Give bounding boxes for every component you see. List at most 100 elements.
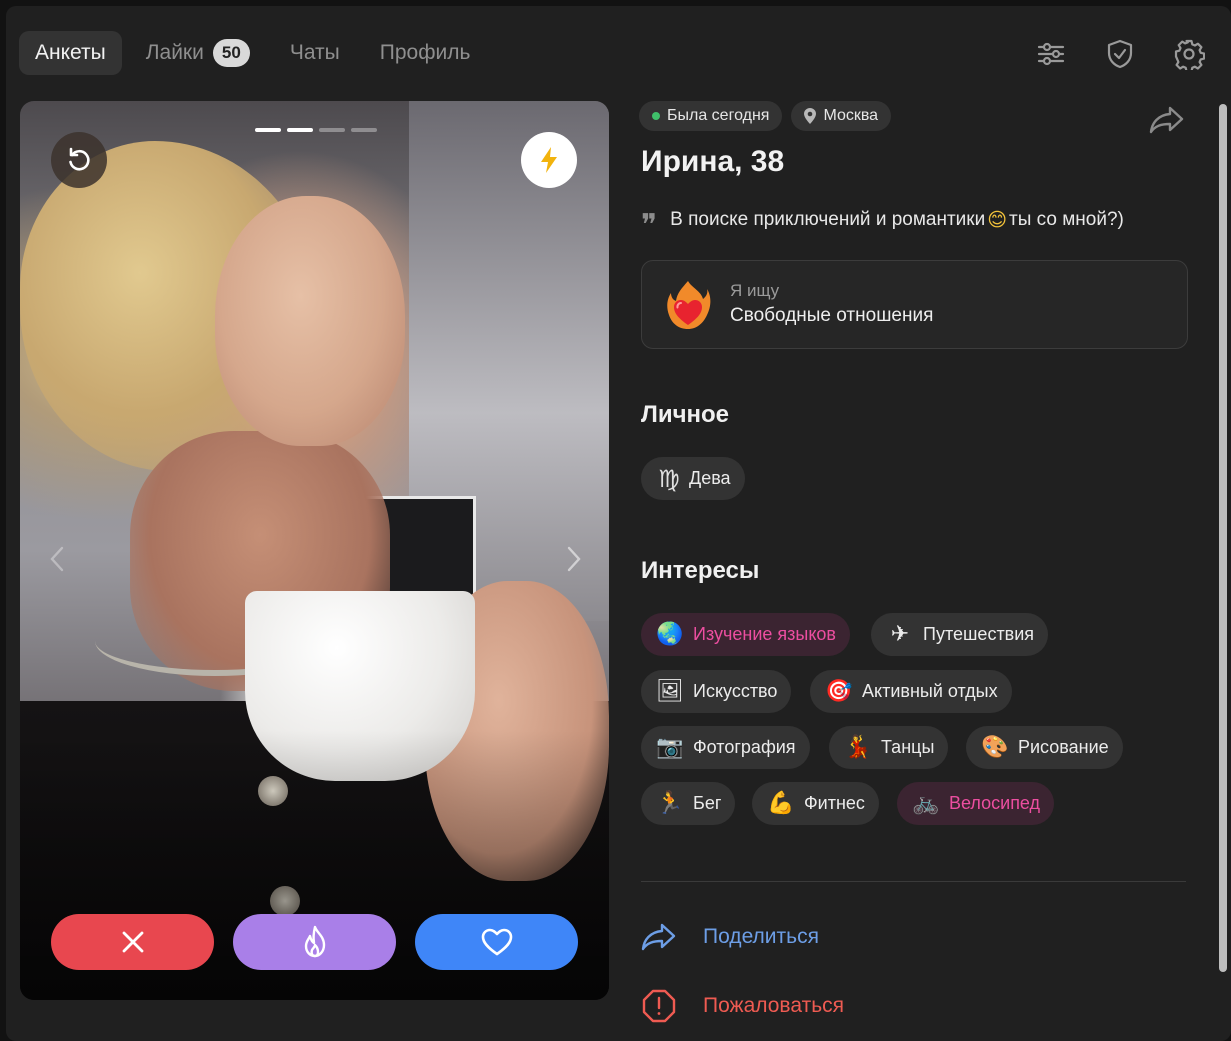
interest-photography-chip[interactable]: 📷 Фотография: [641, 726, 810, 769]
dislike-button[interactable]: [51, 914, 214, 970]
action-buttons: [51, 914, 597, 970]
interests-section-title: Интересы: [641, 557, 760, 584]
tab-label: Чаты: [289, 41, 340, 64]
gear-icon: [1174, 39, 1205, 70]
bio-emoji: 😊: [987, 209, 1008, 231]
running-icon: 🏃: [656, 791, 684, 816]
photo-page-indicator[interactable]: [287, 128, 313, 132]
safety-button[interactable]: [1098, 32, 1142, 76]
profile-name-age: Ирина, 38: [641, 145, 785, 178]
location-pin-icon: [804, 108, 817, 124]
location-chip: Москва: [791, 101, 892, 131]
interest-label: Искусство: [693, 681, 778, 701]
tab-label: Анкеты: [35, 41, 106, 64]
online-status-chip: Была сегодня: [639, 101, 783, 131]
photography-icon: 📷: [656, 735, 684, 760]
superlike-button[interactable]: [233, 914, 396, 970]
interest-label: Активный отдых: [862, 681, 998, 701]
share-label: Поделиться: [703, 925, 819, 948]
rewind-icon: [69, 147, 90, 171]
drawing-icon: 🎨: [981, 735, 1009, 760]
interest-art-chip[interactable]: 🖼 Искусство: [641, 670, 792, 713]
profile-photo-card[interactable]: [20, 101, 609, 1000]
top-toolbar: [1004, 32, 1211, 76]
online-dot: [652, 112, 660, 120]
personal-section-title: Личное: [641, 401, 730, 428]
chevron-right-icon: [567, 546, 581, 572]
tab-profile[interactable]: Профиль: [364, 31, 487, 75]
interest-label: Танцы: [881, 737, 935, 757]
shield-icon: [1107, 39, 1133, 69]
next-photo-button[interactable]: [559, 539, 589, 579]
profile-meta-chips: Была сегодня Москва: [639, 101, 900, 131]
tab-likes[interactable]: Лайки 50: [130, 31, 266, 75]
tab-chats[interactable]: Чаты: [274, 31, 356, 75]
looking-for-value: Свободные отношения: [730, 305, 934, 326]
heart-on-fire-icon: [667, 281, 711, 329]
photo-shade: [20, 101, 609, 1000]
bio-text: В поиске приключений и романтики: [670, 209, 986, 230]
zodiac-label: Дева: [689, 468, 731, 488]
outdoor-icon: 🎯: [825, 679, 853, 704]
virgo-icon: ♍: [658, 464, 680, 493]
previous-photo-button[interactable]: [42, 539, 72, 579]
location-text: Москва: [823, 107, 879, 124]
languages-icon: 🌏: [656, 622, 684, 647]
flame-icon: [304, 925, 325, 958]
quote-icon: ❞: [641, 208, 658, 243]
bio-text-end: ты со мной?): [1009, 209, 1124, 230]
online-status-text: Была сегодня: [667, 107, 770, 124]
zodiac-chip: ♍ Дева: [641, 457, 745, 500]
share-link[interactable]: Поделиться: [641, 919, 819, 955]
looking-for-card: Я ищу Свободные отношения: [641, 260, 1188, 349]
lightning-icon: [541, 147, 557, 173]
interest-label: Бег: [693, 793, 722, 813]
interest-label: Велосипед: [949, 793, 1041, 813]
like-button[interactable]: [415, 914, 578, 970]
tab-profiles[interactable]: Анкеты: [19, 31, 122, 75]
heart-icon: [481, 928, 512, 956]
interest-label: Путешествия: [923, 624, 1035, 644]
profile-bio: ❞ В поиске приключений и романтики 😊 ты …: [641, 207, 1124, 243]
interest-label: Рисование: [1018, 737, 1109, 757]
dance-icon: 💃: [844, 735, 872, 760]
report-link[interactable]: Пожаловаться: [641, 988, 844, 1024]
divider: [641, 881, 1186, 882]
share-arrow-icon: [1149, 106, 1184, 134]
photo-page-indicator[interactable]: [351, 128, 377, 132]
settings-button[interactable]: [1167, 32, 1211, 76]
likes-count-badge: 50: [212, 39, 250, 67]
share-icon: [641, 919, 677, 955]
interest-outdoor-chip[interactable]: 🎯 Активный отдых: [810, 670, 1012, 713]
scrollbar[interactable]: [1219, 104, 1227, 972]
share-profile-button[interactable]: [1149, 105, 1185, 137]
interest-cycling-chip[interactable]: 🚲 Велосипед: [897, 782, 1055, 825]
tab-label: Профиль: [379, 41, 471, 64]
interest-drawing-chip[interactable]: 🎨 Рисование: [966, 726, 1123, 769]
app-window: Анкеты Лайки 50 Чаты Профиль Была сегодн…: [6, 6, 1231, 1041]
interest-running-chip[interactable]: 🏃 Бег: [641, 782, 736, 825]
interest-label: Изучение языков: [693, 624, 836, 644]
interest-languages-chip[interactable]: 🌏 Изучение языков: [641, 613, 850, 656]
tab-label: Лайки: [145, 41, 204, 64]
chevron-left-icon: [50, 546, 64, 572]
photo-pager: [255, 128, 383, 132]
report-label: Пожаловаться: [703, 994, 845, 1017]
cycling-icon: 🚲: [912, 791, 940, 816]
boost-button[interactable]: [521, 132, 577, 188]
travel-icon: ✈: [890, 622, 910, 647]
photo-page-indicator[interactable]: [255, 128, 281, 132]
interest-label: Фотография: [693, 737, 796, 757]
top-nav: Анкеты Лайки 50 Чаты Профиль: [19, 31, 494, 75]
close-icon: [122, 931, 143, 953]
warning-octagon-icon: [641, 988, 677, 1024]
interest-fitness-chip[interactable]: 💪 Фитнес: [752, 782, 879, 825]
looking-for-label: Я ищу: [730, 281, 780, 300]
interest-dance-chip[interactable]: 💃 Танцы: [829, 726, 949, 769]
interest-travel-chip[interactable]: ✈ Путешествия: [871, 613, 1049, 656]
photo-page-indicator[interactable]: [319, 128, 345, 132]
filters-button[interactable]: [1029, 32, 1073, 76]
interest-label: Фитнес: [804, 793, 865, 813]
rewind-button[interactable]: [51, 132, 107, 188]
fitness-icon: 💪: [767, 791, 795, 816]
